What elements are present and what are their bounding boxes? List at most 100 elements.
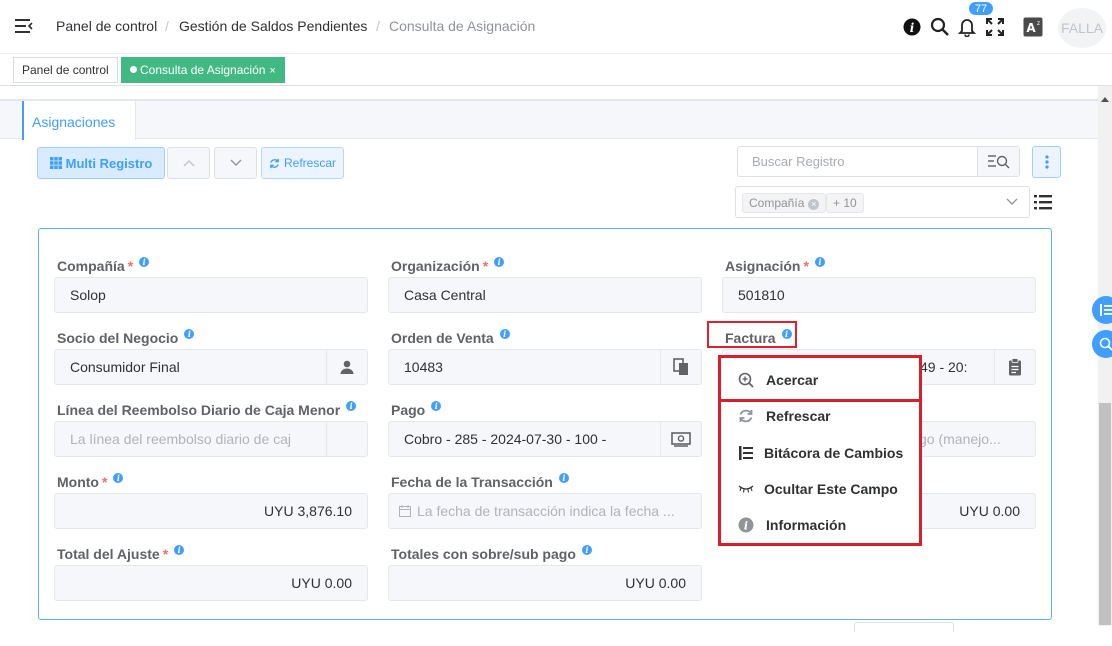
multi-registro-label: Multi Registro xyxy=(65,155,153,171)
field-value: Consumidor Final xyxy=(70,359,180,375)
info-circle-icon: i xyxy=(736,515,756,535)
refresh-button[interactable]: Refrescar xyxy=(261,147,344,179)
info-icon[interactable]: i xyxy=(581,545,592,555)
user-avatar[interactable]: FALLA xyxy=(1058,8,1106,48)
menu-item-bitacora-cambios[interactable]: Bitácora de Cambios xyxy=(721,435,919,471)
label-text: Pago xyxy=(391,402,426,418)
menu-item-refrescar[interactable]: Refrescar xyxy=(721,398,919,434)
fecha-transaccion-field[interactable]: La fecha de transacción indica la fecha … xyxy=(388,493,702,529)
label-text: Total del Ajuste xyxy=(57,546,160,562)
refresh-icon xyxy=(270,158,279,168)
page-tabs-bar: Panel de control Consulta de Asignación × xyxy=(0,54,1112,86)
scrollbar-thumb[interactable] xyxy=(1099,403,1111,625)
field-label-compania: Compañía * i xyxy=(57,257,150,274)
info-icon[interactable]: i xyxy=(558,473,569,483)
columns-select[interactable]: Compañía × + 10 xyxy=(735,186,1030,218)
breadcrumb-item-panel[interactable]: Panel de control xyxy=(56,18,157,34)
linea-search-button[interactable] xyxy=(326,422,367,456)
required-marker: * xyxy=(162,546,169,562)
multi-registro-button[interactable]: Multi Registro xyxy=(37,147,165,179)
field-label-fecha-transaccion: Fecha de la Transacción i xyxy=(391,473,569,490)
info-icon[interactable]: i xyxy=(494,257,505,267)
payment-search-button[interactable] xyxy=(660,422,701,456)
socio-negocio-field[interactable]: Consumidor Final xyxy=(54,349,368,385)
field-placeholder: La fecha de transacción indica la fecha … xyxy=(417,503,675,519)
menu-item-ocultar-campo[interactable]: Ocultar Este Campo xyxy=(721,471,919,507)
field-placeholder: go (manejo... xyxy=(919,431,1001,447)
svg-text:i: i xyxy=(910,21,915,35)
breadcrumb-item-current: Consulta de Asignación xyxy=(389,18,536,34)
field-placeholder: La línea del reembolso diario de caj xyxy=(70,431,292,447)
orden-venta-field[interactable]: 10483 xyxy=(388,349,702,385)
previous-record-button[interactable] xyxy=(167,147,210,179)
tab-close-icon[interactable]: × xyxy=(269,65,275,77)
fullscreen-icon[interactable] xyxy=(984,16,1006,38)
required-marker: * xyxy=(803,258,809,274)
total-ajuste-field[interactable]: UYU 0.00 xyxy=(54,565,368,601)
floating-zoom-button[interactable] xyxy=(1092,330,1112,358)
more-options-button[interactable] xyxy=(1032,146,1061,178)
label-text: Socio del Negocio xyxy=(57,330,179,346)
label-text: Línea del Reembolso Diario de Caja Menor xyxy=(57,402,341,418)
organizacion-field[interactable]: Casa Central xyxy=(388,277,702,313)
search-icon[interactable] xyxy=(929,16,951,38)
zoom-icon xyxy=(1099,337,1112,351)
linea-reembolso-field[interactable]: La línea del reembolso diario de caj xyxy=(54,421,368,457)
invoice-search-button[interactable] xyxy=(994,350,1035,384)
info-icon[interactable]: i xyxy=(174,545,185,555)
info-icon[interactable]: i xyxy=(184,329,195,339)
pago-field[interactable]: Cobro - 285 - 2024-07-30 - 100 - xyxy=(388,421,702,457)
menu-toggle-icon[interactable] xyxy=(14,17,34,35)
menu-item-highlight xyxy=(718,355,922,402)
totales-sobre-sub-pago-field[interactable]: UYU 0.00 xyxy=(388,565,702,601)
font-size-icon[interactable]: Az xyxy=(1022,16,1044,38)
person-icon xyxy=(340,360,354,374)
next-record-button[interactable] xyxy=(214,147,257,179)
info-icon[interactable]: i xyxy=(431,401,442,411)
person-search-button[interactable] xyxy=(326,350,367,384)
svg-text:z: z xyxy=(1037,20,1040,27)
info-icon[interactable]: i xyxy=(901,16,923,38)
search-input[interactable] xyxy=(738,147,979,176)
chevron-down-icon xyxy=(1006,198,1018,205)
refresh-icon xyxy=(736,406,756,426)
label-text: Compañía xyxy=(57,258,125,274)
label-text: Organización xyxy=(391,258,480,274)
label-text: Orden de Venta xyxy=(391,330,494,346)
menu-item-label: Refrescar xyxy=(766,408,831,424)
clipboard-icon xyxy=(1009,358,1021,376)
search-list-icon xyxy=(987,154,1009,168)
floating-list-button[interactable] xyxy=(1092,296,1112,324)
info-icon[interactable]: i xyxy=(499,329,510,339)
refresh-label: Refrescar xyxy=(283,156,336,170)
search-button[interactable] xyxy=(977,147,1019,176)
tab-consulta-asignacion[interactable]: Consulta de Asignación × xyxy=(121,57,285,83)
change-log-icon xyxy=(736,443,756,463)
bell-icon[interactable] xyxy=(956,16,978,38)
calendar-icon xyxy=(399,505,411,517)
menu-item-label: Información xyxy=(766,517,847,533)
field-label-total-ajuste: Total del Ajuste * i xyxy=(57,545,185,562)
tab-asignaciones[interactable]: Asignaciones xyxy=(22,101,136,140)
tag-compania: Compañía × xyxy=(742,193,827,213)
field-value: 49 - 20: xyxy=(920,359,968,375)
tab-panel-de-control[interactable]: Panel de control xyxy=(13,57,118,83)
field-label-asignacion: Asignación * i xyxy=(725,257,825,274)
monto-field[interactable]: UYU 3,876.10 xyxy=(54,493,368,529)
scroll-up-arrow-icon[interactable] xyxy=(1100,90,1110,102)
asignacion-field[interactable]: 501810 xyxy=(722,277,1036,313)
required-marker: * xyxy=(101,474,108,490)
info-icon[interactable]: i xyxy=(346,401,357,411)
menu-item-label: Ocultar Este Campo xyxy=(764,481,898,497)
list-view-icon[interactable] xyxy=(1034,193,1052,211)
compania-field[interactable]: Solop xyxy=(54,277,368,313)
required-marker: * xyxy=(127,258,134,274)
active-dot-icon xyxy=(130,66,137,73)
tag-close-icon[interactable]: × xyxy=(808,199,820,210)
breadcrumb-item-gestion[interactable]: Gestión de Saldos Pendientes xyxy=(179,18,367,34)
menu-item-informacion[interactable]: i Información xyxy=(721,507,919,543)
info-icon[interactable]: i xyxy=(139,257,150,267)
info-icon[interactable]: i xyxy=(113,473,124,483)
order-search-button[interactable] xyxy=(660,350,701,384)
info-icon[interactable]: i xyxy=(814,257,825,267)
